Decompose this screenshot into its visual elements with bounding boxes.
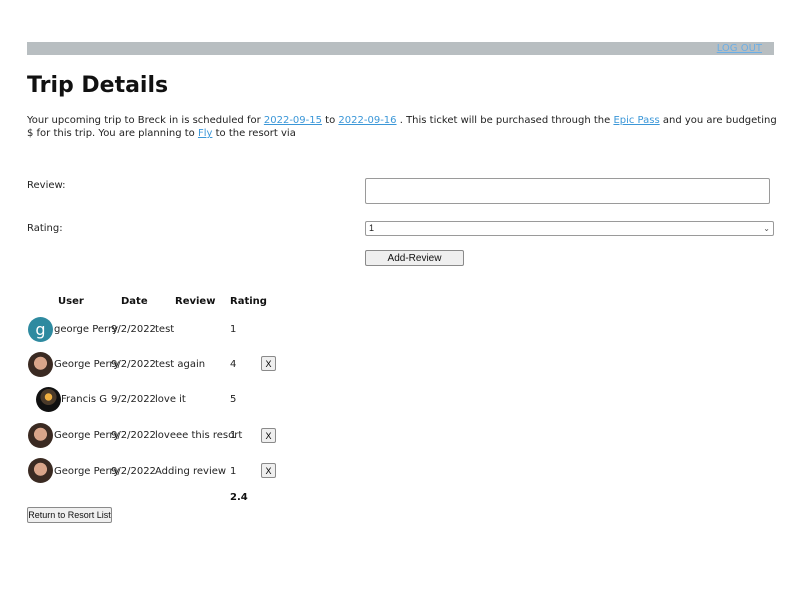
review-date: 9/2/2022 — [111, 324, 156, 335]
start-date-link[interactable]: 2022-09-15 — [264, 115, 322, 126]
avatar — [28, 352, 53, 377]
travel-mode-link[interactable]: Fly — [198, 128, 212, 139]
chevron-down-icon: ⌄ — [763, 224, 770, 233]
end-date-link[interactable]: 2022-09-16 — [338, 115, 396, 126]
review-input[interactable] — [365, 178, 770, 204]
review-date: 9/2/2022 — [111, 359, 156, 370]
avatar — [36, 387, 61, 412]
avatar — [28, 458, 53, 483]
column-header-date: Date — [121, 296, 148, 307]
review-rating: 5 — [230, 394, 237, 405]
delete-review-button[interactable]: X — [261, 428, 276, 443]
average-rating: 2.4 — [230, 492, 248, 503]
review-user: George Perry — [54, 359, 120, 370]
review-text: test again — [155, 359, 206, 370]
column-header-review: Review — [175, 296, 216, 307]
review-rating: 4 — [230, 359, 237, 370]
review-user: George Perry — [54, 430, 120, 441]
delete-review-button[interactable]: X — [261, 463, 276, 478]
rating-select[interactable]: 1 ⌄ — [365, 221, 774, 236]
review-user: george Perry — [54, 324, 119, 335]
review-rating: 1 — [230, 466, 237, 477]
avatar: g — [28, 317, 53, 342]
logout-link[interactable]: LOG OUT — [717, 42, 762, 55]
review-rating: 1 — [230, 430, 237, 441]
review-rating: 1 — [230, 324, 237, 335]
rating-select-value: 1 — [369, 223, 375, 233]
trip-summary: Your upcoming trip to Breck in is schedu… — [27, 114, 777, 140]
summary-text-2: to — [322, 115, 339, 126]
summary-text-3: . This ticket will be purchased through … — [396, 115, 614, 126]
summary-text-5: to the resort via — [212, 128, 296, 139]
column-header-rating: Rating — [230, 296, 267, 307]
review-text: Adding review — [155, 466, 227, 477]
summary-text-1: Your upcoming trip to Breck in is schedu… — [27, 115, 264, 126]
avatar — [28, 423, 53, 448]
review-label: Review: — [27, 180, 66, 191]
top-nav-bar: LOG OUT — [27, 42, 774, 55]
rating-label: Rating: — [27, 223, 63, 234]
review-text: test — [155, 324, 175, 335]
review-date: 9/2/2022 — [111, 466, 156, 477]
column-header-user: User — [58, 296, 84, 307]
review-user: Francis G — [61, 394, 108, 405]
review-text: love it — [155, 394, 186, 405]
add-review-button[interactable]: Add-Review — [365, 250, 464, 266]
review-date: 9/2/2022 — [111, 394, 156, 405]
delete-review-button[interactable]: X — [261, 356, 276, 371]
review-date: 9/2/2022 — [111, 430, 156, 441]
return-to-resort-list-button[interactable]: Return to Resort List — [27, 507, 112, 523]
review-user: George Perry — [54, 466, 120, 477]
page-title: Trip Details — [27, 73, 169, 98]
pass-link[interactable]: Epic Pass — [613, 115, 659, 126]
